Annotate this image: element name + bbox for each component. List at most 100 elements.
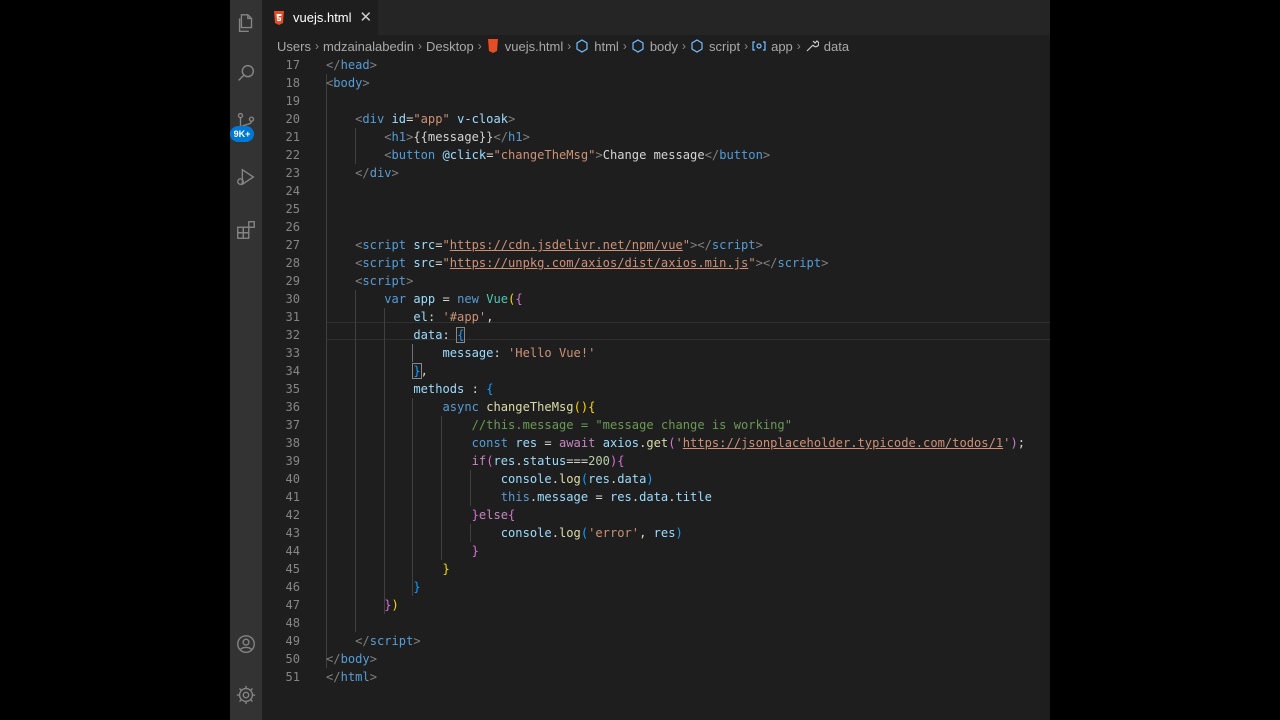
line-number: 20 [285,112,300,126]
code-token: ) [646,472,654,486]
run-debug-icon[interactable] [230,160,262,194]
code-token: title [675,490,712,504]
code-token: { [515,292,523,306]
element-icon [576,39,588,53]
code-token: data [639,490,669,504]
code-token: " [682,238,691,252]
breadcrumb-item[interactable]: data [805,39,849,54]
code-line: 43 console.log('error', res) [262,524,1042,542]
code-line: 17 </head> [262,56,1042,74]
code-token: h1 [508,130,523,144]
breadcrumb-item[interactable]: Desktop [426,39,474,54]
breadcrumb-item[interactable]: app [752,39,793,54]
code-token: ) [1010,436,1018,450]
line-number: 21 [285,130,300,144]
code-token: </ [326,652,341,666]
breadcrumb-item[interactable]: vuejs.html [486,39,563,54]
files-icon[interactable] [230,6,262,40]
code-token: . [631,490,640,504]
gear-icon[interactable] [230,678,262,712]
line-number: 36 [285,400,300,414]
breadcrumb-label: script [709,38,741,54]
chevron-right-icon: › [796,39,801,53]
code-line: 42 }else{ [262,506,1042,524]
code-token: axios [602,436,640,450]
code-text: methods : { [326,380,493,398]
code-line: 18 <body> [262,74,1042,92]
code-text: <script src="https://cdn.jsdelivr.net/np… [326,236,763,254]
code-text: <div id="app" v-cloak> [326,110,515,128]
code-token: > [762,148,771,162]
code-token: = [537,436,559,450]
code-text: var app = new Vue({ [326,290,523,308]
code-token: > [821,256,829,270]
code-text: this.message = res.data.title [326,488,712,506]
line-number: 27 [285,238,300,252]
breadcrumb-item[interactable]: Users [277,39,311,54]
code-token: > [362,76,370,90]
breadcrumb-item[interactable]: html [575,39,619,54]
code-token: 'error' [588,526,640,540]
line-number: 39 [285,454,300,468]
chevron-right-icon: › [567,39,572,53]
code-token: id [391,112,407,126]
code-text: if(res.status===200){ [326,452,625,470]
code-text: </div> [326,164,399,182]
line-number: 44 [285,544,300,558]
tab-vuejs-html[interactable]: vuejs.html ✕ [262,0,378,35]
code-token: methods [413,382,465,396]
code-token: { [588,400,596,414]
breadcrumb-item[interactable]: body [631,39,678,54]
code-token: '#app' [442,310,487,324]
code-token: , [486,310,494,324]
code-text: const res = await axios.get('https://jso… [326,434,1025,452]
breadcrumb-label: app [771,38,793,54]
code-token: 'Hello Vue!' [508,346,596,360]
code-line: 33 message: 'Hello Vue!' [262,344,1042,362]
line-number: 41 [285,490,300,504]
code-token: " [748,256,756,270]
code-text: <script src="https://unpkg.com/axios/dis… [326,254,828,272]
code-token: = [435,238,443,252]
code-token: https://jsonplaceholder.typicode.com/tod… [682,436,1004,450]
breadcrumb-label: Users [277,38,311,54]
code-text: console.log(res.data) [326,470,654,488]
tab-bar: vuejs.html ✕ [262,0,1050,35]
activity-bar: 9K+ [230,0,262,720]
code-line: 36 async changeTheMsg(){ [262,398,1042,416]
extensions-icon[interactable] [230,213,262,247]
search-icon[interactable] [230,56,262,90]
code-token: get [646,436,669,450]
code-line: 23 </div> [262,164,1042,182]
account-icon[interactable] [230,627,262,661]
code-token: > [406,274,414,288]
code-token: button [719,148,763,162]
code-token: console [500,472,552,486]
code-line: 30 var app = new Vue({ [262,290,1042,308]
code-token: } [471,508,479,522]
code-token: Vue [486,292,509,306]
code-token: : [493,346,509,360]
code-token: { [456,327,466,343]
code-token: . [551,472,559,486]
code-token: , [639,526,654,540]
code-token: > [391,166,399,180]
code-line: 34 }, [262,362,1042,380]
code-token: . [515,454,523,468]
code-token: script [362,274,407,288]
close-icon[interactable]: ✕ [360,10,373,25]
variable-icon [752,41,766,51]
breadcrumb-item[interactable]: mdzainalabedin [323,39,414,54]
breadcrumb-item[interactable]: script [690,39,740,54]
code-editor[interactable]: 17 </head> 18 <body> 19 20 <div id="app" v-cl… [262,56,1050,720]
vscode-window: 9K+ vuejs.html ✕ Users › mdzainalabedin › De… [230,0,1050,720]
